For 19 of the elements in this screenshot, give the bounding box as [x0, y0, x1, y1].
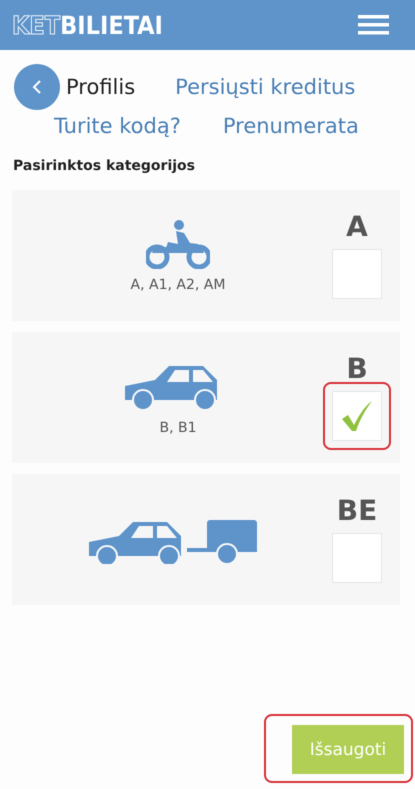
nav-link[interactable]: Turite kodą?: [54, 114, 181, 138]
back-chevron-icon: [32, 79, 42, 95]
category-letter: A: [346, 210, 368, 243]
menu-icon[interactable]: [358, 15, 389, 35]
category-letter: BE: [336, 494, 378, 527]
section-title: Pasirinktos kategorijos: [13, 158, 196, 174]
nav-link[interactable]: Profilis: [66, 75, 136, 99]
nav-link[interactable]: Prenumerata: [222, 114, 359, 138]
category-checkbox[interactable]: [332, 391, 382, 441]
subcategory-label: A, A1, A2, AM: [130, 276, 226, 292]
checkmark-icon: [340, 399, 374, 433]
logo[interactable]: KETBILIETAI: [12, 10, 163, 40]
motorcycle-icon: [146, 218, 210, 268]
category-checkbox[interactable]: [332, 533, 382, 583]
category-letter: B: [346, 352, 368, 385]
category-checkbox[interactable]: [332, 249, 382, 299]
subcategory-label: B, B1: [159, 420, 197, 436]
back-button[interactable]: [14, 64, 60, 110]
nav-link[interactable]: Persiųsti kreditus: [175, 75, 356, 99]
